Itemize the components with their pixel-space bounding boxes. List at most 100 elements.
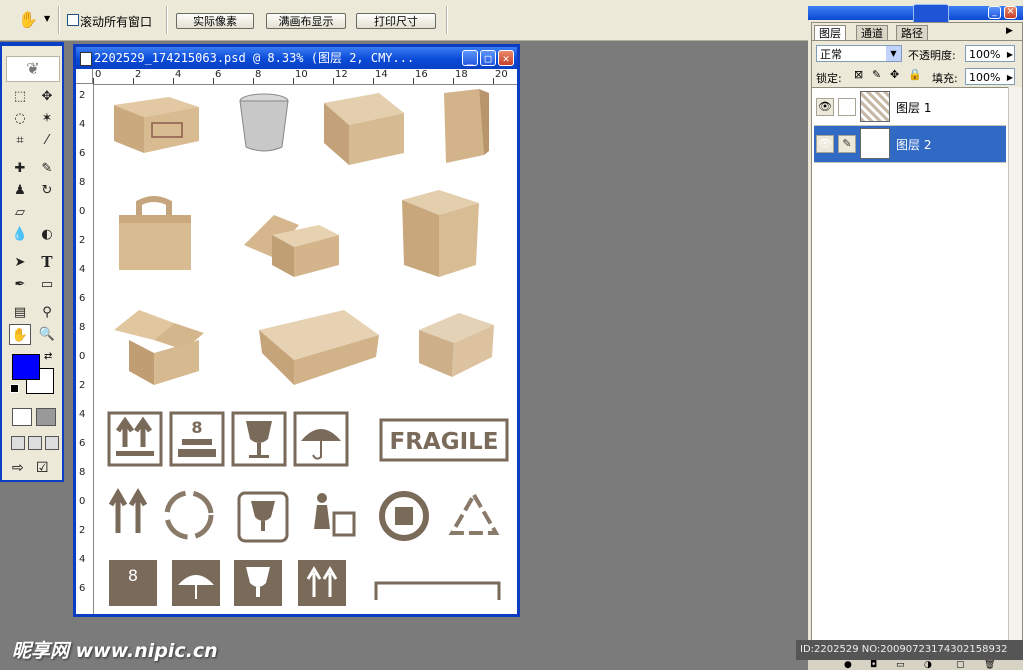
eye-icon[interactable]: 👁 [816,135,834,153]
screen-mode-standard-icon[interactable] [11,436,25,450]
dodge-icon[interactable]: ◐ [36,224,58,245]
brush-icon[interactable]: ✎ [838,135,856,153]
document-window[interactable]: 2202529_174215063.psd @ 8.33% (图层 2, CMY… [73,44,520,617]
lasso-icon[interactable]: ◌ [9,108,31,129]
ruler-h-mark [373,78,374,84]
lock-image-icon[interactable]: ✎ [872,68,881,81]
maximize-button[interactable]: □ [480,50,496,66]
ruler-v-tick: 6 [79,293,86,304]
notes-icon[interactable]: ▤ [9,302,31,323]
chevron-down-icon[interactable]: ▼ [886,46,901,61]
layer-style-icon[interactable]: ● [844,660,852,670]
standard-mode-icon[interactable] [12,408,32,426]
document-title: 2202529_174215063.psd @ 8.33% (图层 2, CMY… [94,51,415,65]
layer-link-slot[interactable] [838,98,856,116]
packaging-artwork: 8 FRAGILE 8 [107,89,509,606]
edit-in-imageready-icon[interactable]: ☑ [36,460,49,476]
fragile-glass-rounded-symbol [237,491,289,543]
healing-brush-icon[interactable]: ✚ [9,158,31,179]
foreground-color-swatch[interactable] [12,354,40,380]
scrollbar[interactable] [1008,87,1022,659]
pen-icon[interactable]: ✒ [9,274,31,295]
ruler-h-tick: 12 [335,69,348,80]
panel-menu-icon[interactable]: ▶ [1006,26,1013,36]
layer-mask-icon[interactable]: ◘ [870,660,877,670]
jump-to-imageready-icon[interactable]: ⇨ [12,460,24,476]
type-icon[interactable]: T [36,252,58,273]
scroll-all-windows-checkbox[interactable] [67,14,79,26]
delete-layer-icon[interactable]: 🗑 [984,660,995,670]
stack-limit-symbol: 8 [169,411,225,467]
screen-mode-full-menu-icon[interactable] [28,436,42,450]
history-brush-icon[interactable]: ↻ [36,180,58,201]
eyedropper-icon[interactable]: ⚲ [36,302,58,323]
eye-icon[interactable]: 👁 [816,98,834,116]
fill-arrow-icon[interactable]: ▶ [1007,69,1013,86]
eraser-icon[interactable]: ▱ [9,202,31,223]
actual-pixels-button[interactable]: 实际像素 [176,13,254,29]
tab-channels[interactable]: 通道 [856,25,888,41]
panel-top-rule [812,40,1022,41]
close-button[interactable]: ✕ [498,50,514,66]
image-canvas[interactable]: 8 FRAGILE 8 [94,85,517,614]
slice-icon[interactable]: ⁄ [36,130,58,151]
quick-mask-icon[interactable] [36,408,56,426]
fragile-stamp: FRAGILE [379,418,509,462]
minimize-button[interactable]: _ [462,50,478,66]
ruler-h-tick: 4 [175,69,182,80]
ruler-h-tick: 16 [415,69,428,80]
opacity-arrow-icon[interactable]: ▶ [1007,46,1013,63]
move-icon[interactable]: ✥ [36,86,58,107]
panel-close-button[interactable]: ✕ [1004,6,1017,19]
ruler-h-tick: 10 [295,69,308,80]
fit-screen-button[interactable]: 满画布显示 [266,13,346,29]
psd-file-icon [80,52,92,66]
ruler-v-tick: 4 [79,554,86,565]
crop-icon[interactable]: ⌗ [9,130,31,151]
lock-transparency-icon[interactable]: ⊠ [854,68,863,81]
panel-minimize-button[interactable]: _ [988,6,1001,19]
marquee-icon[interactable]: ⬚ [9,86,31,107]
brush-icon[interactable]: ✎ [36,158,58,179]
layers-list: 👁 图层 1 👁 ✎ 图层 2 [812,87,1008,660]
path-select-icon[interactable]: ➤ [9,252,31,273]
layer-name: 图层 2 [896,138,932,152]
empty-frame-symbol [374,581,501,600]
hand-tool-icon[interactable]: ✋ [9,324,31,345]
box-taped [402,190,479,277]
fill-input[interactable]: 100% ▶ [965,68,1015,85]
layers-panel: 图层 通道 路径 ▶ 正常 ▼ 不透明度: 100% ▶ 锁定: ⊠ ✎ ✥ 🔒… [811,22,1023,664]
swap-colors-icon[interactable]: ⇄ [44,351,52,362]
hand-icon[interactable]: ✋ [18,10,38,29]
blur-icon[interactable]: 💧 [9,224,31,245]
ruler-v-tick: 6 [79,583,86,594]
layer-row-1[interactable]: 👁 图层 1 [814,89,1006,126]
default-colors-icon[interactable] [10,384,19,393]
chevron-down-icon[interactable]: ▼ [44,14,50,23]
ruler-h-mark [213,78,214,84]
trash-bin-symbol [314,493,356,537]
shape-icon[interactable]: ▭ [36,274,58,295]
clone-stamp-icon[interactable]: ♟ [9,180,31,201]
tab-paths[interactable]: 路径 [896,25,928,41]
screen-mode-full-icon[interactable] [45,436,59,450]
zoom-icon[interactable]: 🔍 [36,324,58,345]
gradient-icon[interactable] [36,202,58,223]
adjustment-layer-icon[interactable]: ◑ [924,660,932,670]
new-layer-icon[interactable]: ▢ [956,660,965,670]
opacity-input[interactable]: 100% ▶ [965,45,1015,62]
document-title-bar[interactable]: 2202529_174215063.psd @ 8.33% (图层 2, CMY… [76,47,517,69]
new-set-icon[interactable]: ▭ [896,660,905,670]
layer-row-2[interactable]: 👁 ✎ 图层 2 [814,126,1006,163]
ruler-origin[interactable] [76,69,93,84]
scroll-all-windows-label: 滚动所有窗口 [80,15,153,29]
fill-value: 100% [969,71,1001,84]
blend-mode-select[interactable]: 正常 ▼ [816,45,902,62]
lock-position-icon[interactable]: ✥ [890,68,899,81]
tab-layers[interactable]: 图层 [814,25,846,41]
print-size-button[interactable]: 打印尺寸 [356,13,436,29]
ruler-h-mark [293,78,294,84]
magic-wand-icon[interactable]: ✶ [36,108,58,129]
lock-all-icon[interactable]: 🔒 [908,68,922,81]
feather-logo-icon[interactable]: ❦ [6,56,60,82]
